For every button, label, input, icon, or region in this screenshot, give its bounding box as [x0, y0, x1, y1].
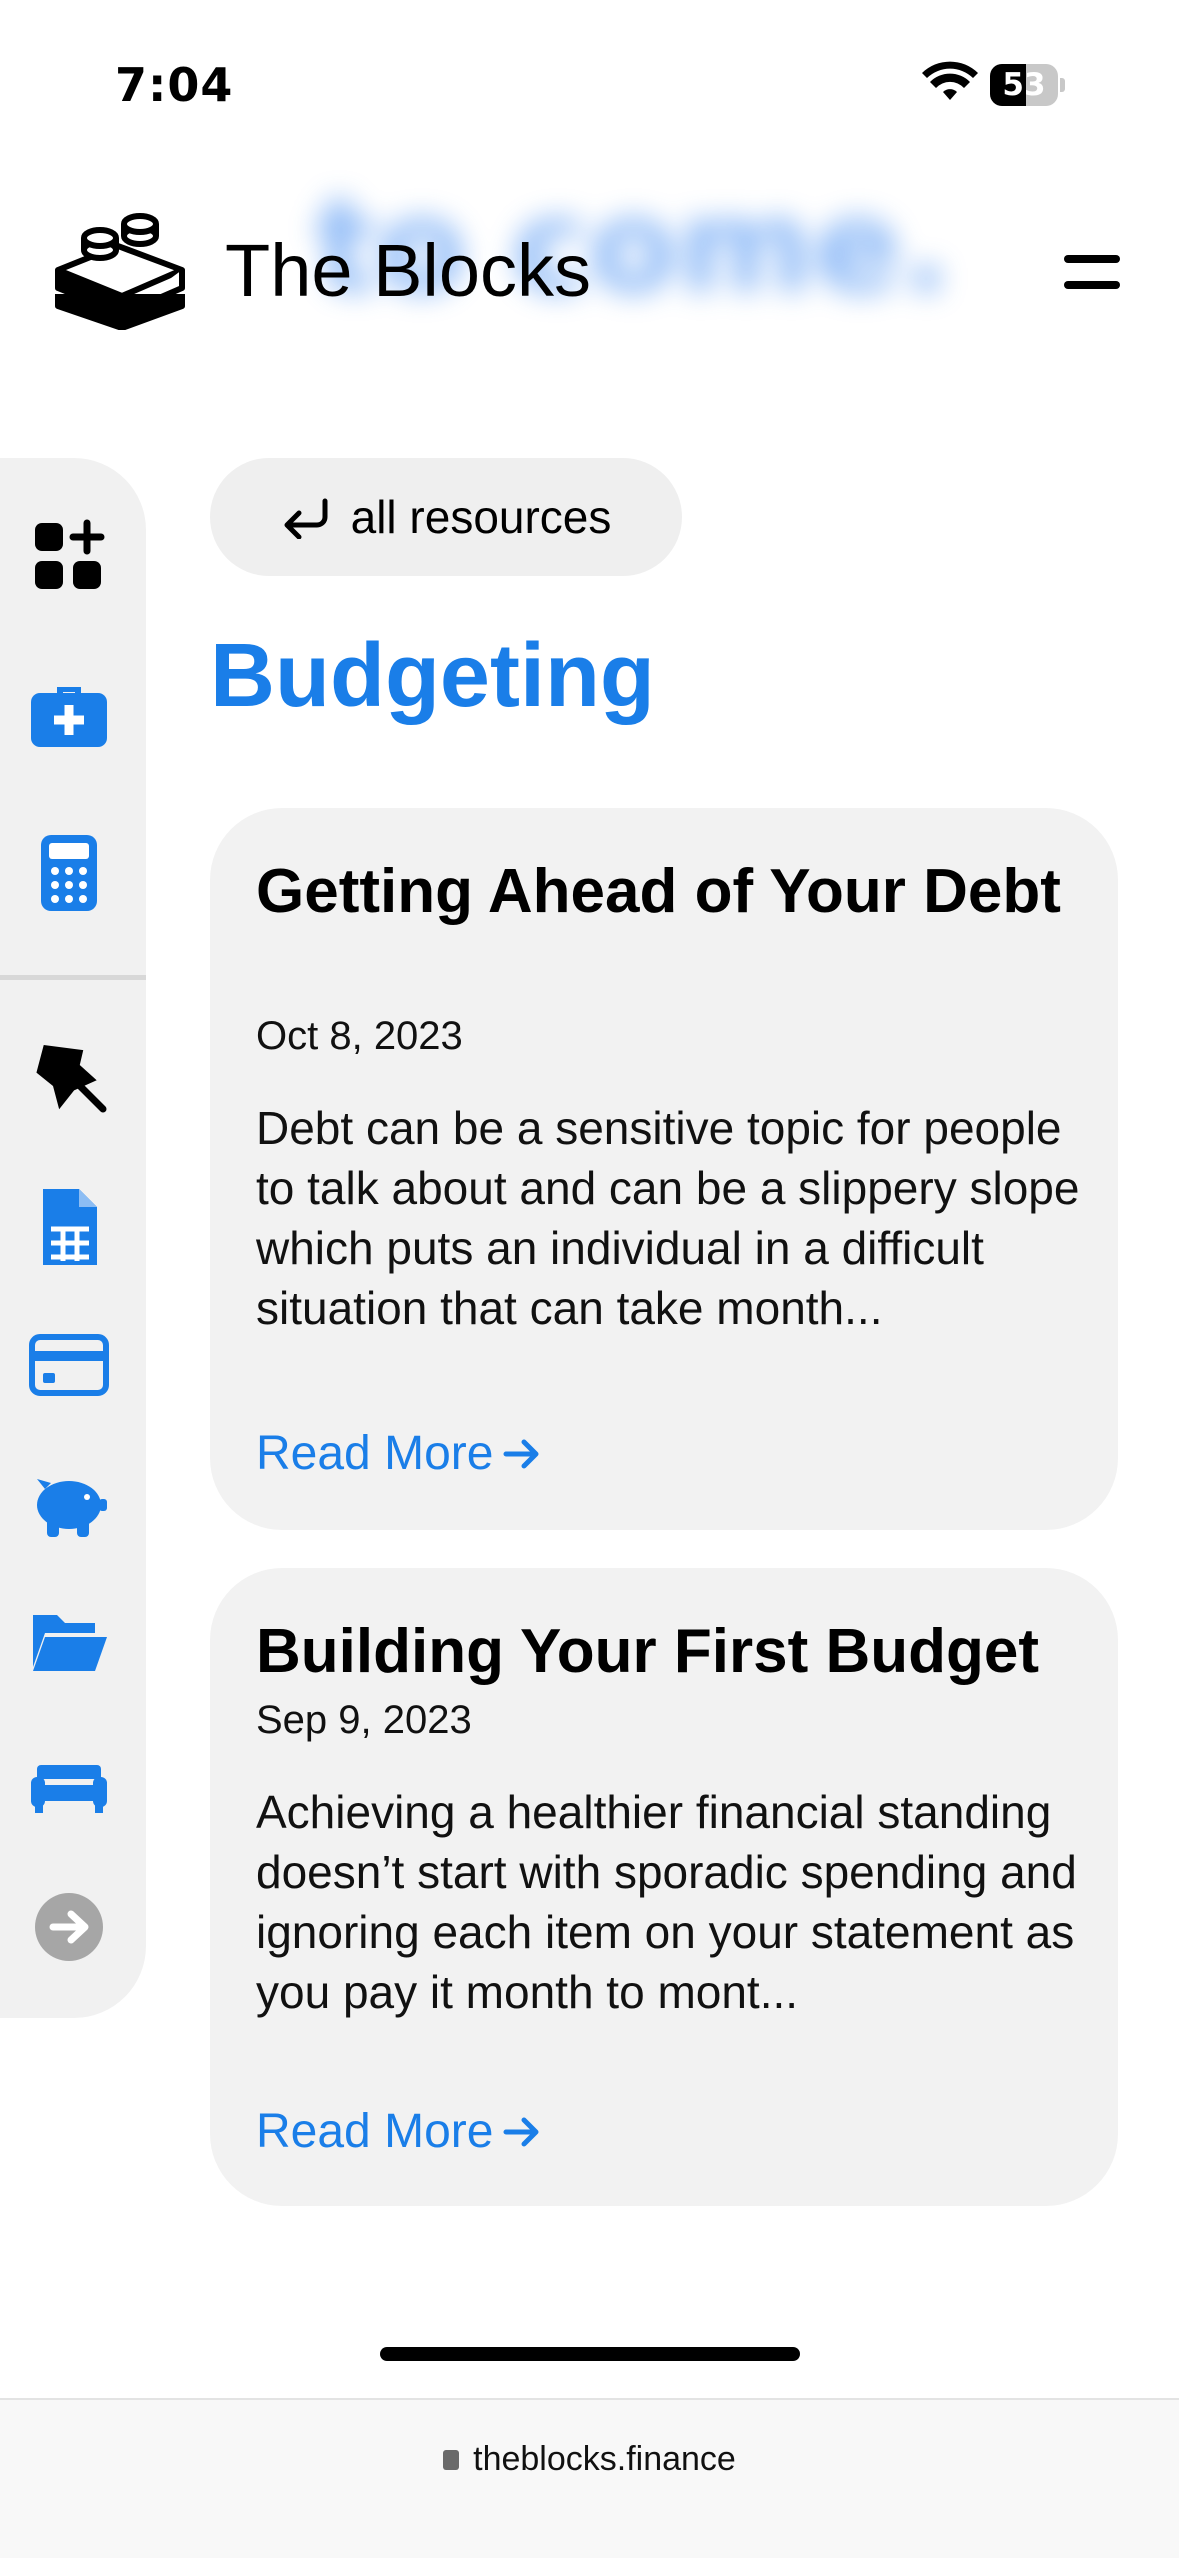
sidebar-divider	[0, 975, 146, 980]
read-more-link[interactable]: Read More	[256, 2104, 541, 2159]
all-resources-button[interactable]: all resources	[210, 458, 682, 576]
article-date: Oct 8, 2023	[256, 1014, 463, 1058]
menu-icon[interactable]	[1064, 255, 1124, 291]
piggy-bank-icon[interactable]	[26, 1460, 112, 1546]
read-more-label: Read More	[256, 1427, 494, 1480]
article-excerpt: Achieving a healthier financial standing…	[256, 1786, 1077, 2018]
medical-kit-icon[interactable]	[26, 670, 112, 756]
all-resources-label: all resources	[350, 491, 612, 543]
arrow-right-circle-icon[interactable]	[26, 1884, 112, 1970]
calculator-icon[interactable]	[26, 830, 112, 916]
page-title: Budgeting	[210, 626, 655, 726]
status-time: 7:04	[115, 58, 234, 112]
blocks-logo-icon[interactable]	[52, 210, 188, 330]
couch-icon[interactable]	[26, 1740, 112, 1826]
pin-icon[interactable]	[26, 1030, 112, 1116]
open-folder-icon[interactable]	[26, 1598, 112, 1684]
arrow-right-icon	[503, 1439, 539, 1468]
credit-card-icon[interactable]	[26, 1322, 112, 1408]
home-indicator[interactable]	[380, 2347, 800, 2361]
battery-percent: 53	[1002, 67, 1046, 103]
article-excerpt: Debt can be a sensitive topic for people…	[256, 1102, 1080, 1334]
return-arrow-icon	[284, 498, 328, 539]
article-title[interactable]: Building Your First Budget	[256, 1612, 1096, 1692]
lock-icon	[443, 2450, 460, 2470]
arrow-right-icon	[503, 2117, 539, 2146]
article-card[interactable]: Building Your First Budget Sep 9, 2023 A…	[210, 1568, 1118, 2206]
apps-add-icon[interactable]	[26, 514, 112, 600]
site-title[interactable]: The Blocks	[225, 228, 591, 313]
spreadsheet-file-icon[interactable]	[26, 1184, 112, 1270]
article-card[interactable]: Getting Ahead of Your Debt Oct 8, 2023 D…	[210, 808, 1118, 1530]
wifi-icon	[922, 61, 978, 100]
article-date: Sep 9, 2023	[256, 1698, 472, 1742]
battery-indicator: 53	[990, 64, 1066, 106]
article-title[interactable]: Getting Ahead of Your Debt	[256, 852, 1096, 932]
sidebar	[0, 458, 146, 2018]
read-more-label: Read More	[256, 2105, 494, 2158]
url-text[interactable]: theblocks.finance	[473, 2440, 736, 2478]
browser-url-bar[interactable]: theblocks.finance	[0, 2398, 1179, 2558]
read-more-link[interactable]: Read More	[256, 1426, 541, 1481]
